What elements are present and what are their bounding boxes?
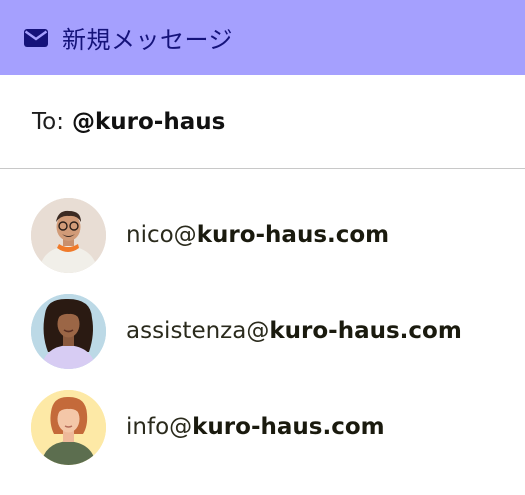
- avatar: [31, 197, 106, 273]
- avatar: [31, 293, 106, 369]
- email-user: assistenza@: [126, 318, 270, 344]
- recipient-input-value[interactable]: @kuro-haus: [72, 109, 225, 135]
- suggestion-item[interactable]: info@kuro-haus.com: [0, 382, 525, 472]
- email-domain: kuro-haus.com: [192, 414, 385, 440]
- avatar: [31, 389, 106, 465]
- page-title: 新規メッセージ: [62, 26, 234, 54]
- suggestion-item[interactable]: nico@kuro-haus.com: [0, 190, 525, 280]
- suggestion-email: info@kuro-haus.com: [126, 414, 385, 440]
- email-domain: kuro-haus.com: [269, 318, 462, 344]
- suggestion-email: assistenza@kuro-haus.com: [126, 318, 462, 344]
- email-user: nico@: [126, 222, 197, 248]
- suggestion-email: nico@kuro-haus.com: [126, 222, 389, 248]
- email-domain: kuro-haus.com: [196, 222, 390, 248]
- compose-header: 新規メッセージ: [0, 0, 525, 75]
- suggestion-item[interactable]: assistenza@kuro-haus.com: [0, 286, 525, 376]
- email-user: info@: [126, 414, 193, 440]
- envelope-icon: [24, 28, 48, 48]
- recipient-field[interactable]: To: @kuro-haus: [0, 75, 525, 169]
- to-label: To:: [32, 108, 64, 135]
